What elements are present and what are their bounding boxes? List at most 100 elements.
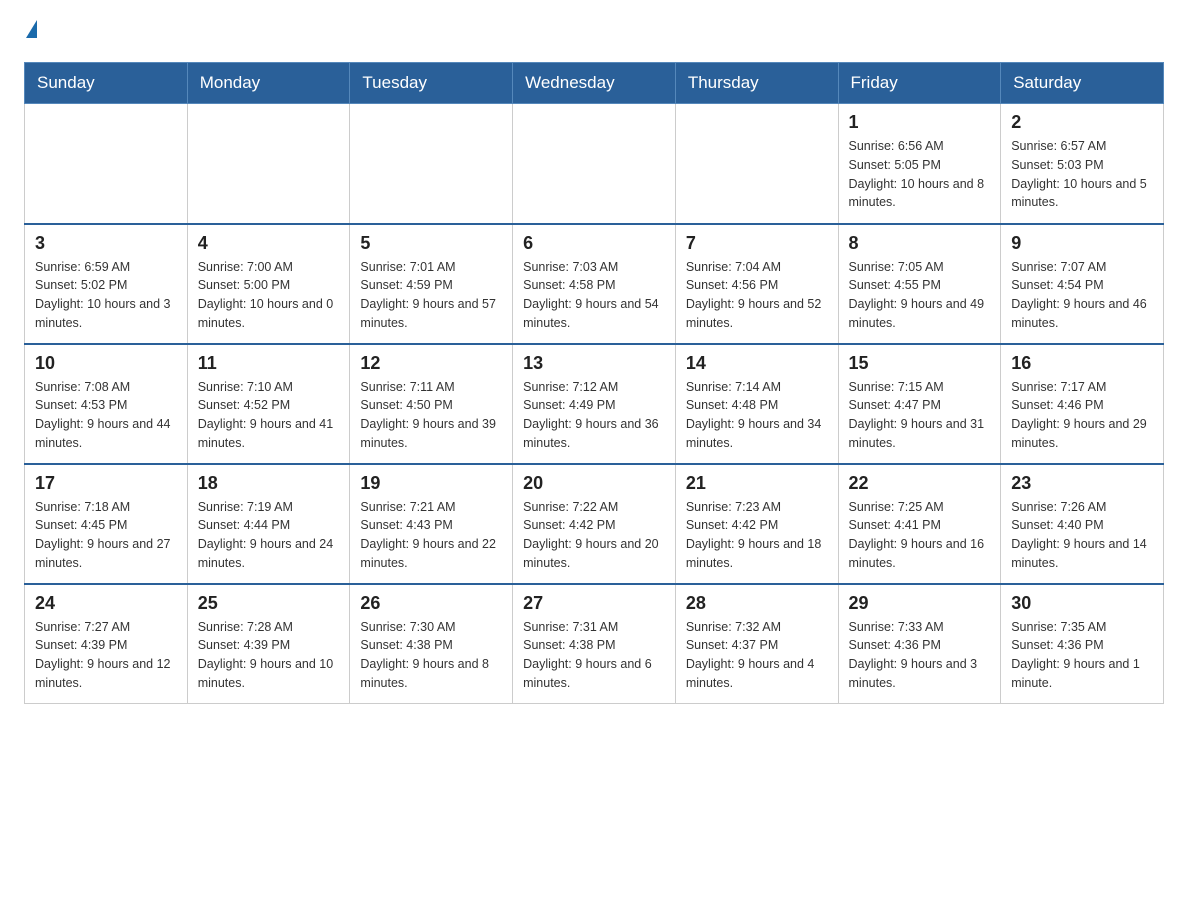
day-number: 9 — [1011, 233, 1153, 254]
calendar-cell: 24 Sunrise: 7:27 AMSunset: 4:39 PMDayligh… — [25, 584, 188, 704]
day-number: 17 — [35, 473, 177, 494]
calendar-cell — [513, 104, 676, 224]
calendar-cell — [25, 104, 188, 224]
day-number: 28 — [686, 593, 828, 614]
calendar-cell: 26 Sunrise: 7:30 AMSunset: 4:38 PMDayligh… — [350, 584, 513, 704]
calendar-cell: 5Sunrise: 7:01 AMSunset: 4:59 PMDaylight… — [350, 224, 513, 344]
day-info: Sunrise: 7:14 AMSunset: 4:48 PMDaylight:… — [686, 378, 828, 453]
day-info: Sunrise: 6:57 AMSunset: 5:03 PMDaylight:… — [1011, 137, 1153, 212]
calendar-cell — [350, 104, 513, 224]
calendar-cell — [187, 104, 350, 224]
calendar-cell: 30Sunrise: 7:35 AMSunset: 4:36 PMDayligh… — [1001, 584, 1164, 704]
calendar-cell: 4 Sunrise: 7:00 AMSunset: 5:00 PMDaylight… — [187, 224, 350, 344]
day-number: 20 — [523, 473, 665, 494]
calendar-cell: 14Sunrise: 7:14 AMSunset: 4:48 PMDayligh… — [675, 344, 838, 464]
day-info: Sunrise: 7:32 AMSunset: 4:37 PMDaylight:… — [686, 618, 828, 693]
day-of-week-header: Wednesday — [513, 63, 676, 104]
day-info: Sunrise: 7:26 AMSunset: 4:40 PMDaylight:… — [1011, 498, 1153, 573]
calendar-cell: 29 Sunrise: 7:33 AMSunset: 4:36 PMDayligh… — [838, 584, 1001, 704]
calendar-cell: 18Sunrise: 7:19 AMSunset: 4:44 PMDayligh… — [187, 464, 350, 584]
day-number: 25 — [198, 593, 340, 614]
day-info: Sunrise: 7:04 AMSunset: 4:56 PMDaylight:… — [686, 258, 828, 333]
day-of-week-header: Tuesday — [350, 63, 513, 104]
page-header — [24, 24, 1164, 42]
day-info: Sunrise: 7:03 AMSunset: 4:58 PMDaylight:… — [523, 258, 665, 333]
day-number: 21 — [686, 473, 828, 494]
day-number: 8 — [849, 233, 991, 254]
logo-triangle-icon — [26, 20, 37, 38]
calendar-week-row: 10Sunrise: 7:08 AMSunset: 4:53 PMDayligh… — [25, 344, 1164, 464]
calendar-cell: 3 Sunrise: 6:59 AMSunset: 5:02 PMDaylight… — [25, 224, 188, 344]
calendar-cell: 19 Sunrise: 7:21 AMSunset: 4:43 PMDayligh… — [350, 464, 513, 584]
day-number: 11 — [198, 353, 340, 374]
calendar-week-row: 1 Sunrise: 6:56 AMSunset: 5:05 PMDaylight… — [25, 104, 1164, 224]
day-number: 19 — [360, 473, 502, 494]
day-info: Sunrise: 7:18 AMSunset: 4:45 PMDaylight:… — [35, 498, 177, 573]
day-number: 6 — [523, 233, 665, 254]
day-number: 30 — [1011, 593, 1153, 614]
calendar-cell: 1 Sunrise: 6:56 AMSunset: 5:05 PMDaylight… — [838, 104, 1001, 224]
day-info: Sunrise: 7:12 AMSunset: 4:49 PMDaylight:… — [523, 378, 665, 453]
day-info: Sunrise: 7:25 AMSunset: 4:41 PMDaylight:… — [849, 498, 991, 573]
calendar-cell: 11 Sunrise: 7:10 AMSunset: 4:52 PMDayligh… — [187, 344, 350, 464]
day-info: Sunrise: 7:15 AMSunset: 4:47 PMDaylight:… — [849, 378, 991, 453]
day-info: Sunrise: 7:33 AMSunset: 4:36 PMDaylight:… — [849, 618, 991, 693]
calendar-cell: 17 Sunrise: 7:18 AMSunset: 4:45 PMDayligh… — [25, 464, 188, 584]
calendar-cell: 2 Sunrise: 6:57 AMSunset: 5:03 PMDaylight… — [1001, 104, 1164, 224]
calendar-header-row: SundayMondayTuesdayWednesdayThursdayFrid… — [25, 63, 1164, 104]
day-info: Sunrise: 7:27 AMSunset: 4:39 PMDaylight:… — [35, 618, 177, 693]
calendar-week-row: 3 Sunrise: 6:59 AMSunset: 5:02 PMDaylight… — [25, 224, 1164, 344]
calendar-cell: 22 Sunrise: 7:25 AMSunset: 4:41 PMDayligh… — [838, 464, 1001, 584]
calendar-cell: 12Sunrise: 7:11 AMSunset: 4:50 PMDayligh… — [350, 344, 513, 464]
day-number: 3 — [35, 233, 177, 254]
day-info: Sunrise: 7:31 AMSunset: 4:38 PMDaylight:… — [523, 618, 665, 693]
day-of-week-header: Saturday — [1001, 63, 1164, 104]
day-info: Sunrise: 7:00 AMSunset: 5:00 PMDaylight:… — [198, 258, 340, 333]
day-info: Sunrise: 7:07 AMSunset: 4:54 PMDaylight:… — [1011, 258, 1153, 333]
day-number: 2 — [1011, 112, 1153, 133]
calendar-week-row: 17 Sunrise: 7:18 AMSunset: 4:45 PMDayligh… — [25, 464, 1164, 584]
day-number: 26 — [360, 593, 502, 614]
day-number: 1 — [849, 112, 991, 133]
day-info: Sunrise: 7:17 AMSunset: 4:46 PMDaylight:… — [1011, 378, 1153, 453]
day-info: Sunrise: 6:56 AMSunset: 5:05 PMDaylight:… — [849, 137, 991, 212]
day-of-week-header: Thursday — [675, 63, 838, 104]
day-info: Sunrise: 7:21 AMSunset: 4:43 PMDaylight:… — [360, 498, 502, 573]
day-of-week-header: Monday — [187, 63, 350, 104]
calendar-cell: 23 Sunrise: 7:26 AMSunset: 4:40 PMDayligh… — [1001, 464, 1164, 584]
calendar-cell: 15 Sunrise: 7:15 AMSunset: 4:47 PMDayligh… — [838, 344, 1001, 464]
calendar-cell: 28 Sunrise: 7:32 AMSunset: 4:37 PMDayligh… — [675, 584, 838, 704]
day-info: Sunrise: 7:30 AMSunset: 4:38 PMDaylight:… — [360, 618, 502, 693]
day-of-week-header: Friday — [838, 63, 1001, 104]
day-info: Sunrise: 7:01 AMSunset: 4:59 PMDaylight:… — [360, 258, 502, 333]
calendar-cell: 16 Sunrise: 7:17 AMSunset: 4:46 PMDayligh… — [1001, 344, 1164, 464]
day-number: 22 — [849, 473, 991, 494]
day-number: 18 — [198, 473, 340, 494]
day-number: 29 — [849, 593, 991, 614]
day-info: Sunrise: 7:10 AMSunset: 4:52 PMDaylight:… — [198, 378, 340, 453]
day-number: 16 — [1011, 353, 1153, 374]
calendar-cell: 7Sunrise: 7:04 AMSunset: 4:56 PMDaylight… — [675, 224, 838, 344]
day-number: 12 — [360, 353, 502, 374]
day-of-week-header: Sunday — [25, 63, 188, 104]
calendar-cell — [675, 104, 838, 224]
day-info: Sunrise: 7:08 AMSunset: 4:53 PMDaylight:… — [35, 378, 177, 453]
calendar-cell: 10Sunrise: 7:08 AMSunset: 4:53 PMDayligh… — [25, 344, 188, 464]
day-number: 13 — [523, 353, 665, 374]
calendar-cell: 8 Sunrise: 7:05 AMSunset: 4:55 PMDaylight… — [838, 224, 1001, 344]
calendar-cell: 6 Sunrise: 7:03 AMSunset: 4:58 PMDaylight… — [513, 224, 676, 344]
day-info: Sunrise: 6:59 AMSunset: 5:02 PMDaylight:… — [35, 258, 177, 333]
day-info: Sunrise: 7:23 AMSunset: 4:42 PMDaylight:… — [686, 498, 828, 573]
day-number: 15 — [849, 353, 991, 374]
calendar-cell: 25 Sunrise: 7:28 AMSunset: 4:39 PMDayligh… — [187, 584, 350, 704]
day-number: 24 — [35, 593, 177, 614]
day-number: 4 — [198, 233, 340, 254]
day-info: Sunrise: 7:28 AMSunset: 4:39 PMDaylight:… — [198, 618, 340, 693]
day-number: 23 — [1011, 473, 1153, 494]
calendar-table: SundayMondayTuesdayWednesdayThursdayFrid… — [24, 62, 1164, 704]
day-info: Sunrise: 7:05 AMSunset: 4:55 PMDaylight:… — [849, 258, 991, 333]
calendar-cell: 21 Sunrise: 7:23 AMSunset: 4:42 PMDayligh… — [675, 464, 838, 584]
calendar-week-row: 24 Sunrise: 7:27 AMSunset: 4:39 PMDayligh… — [25, 584, 1164, 704]
day-info: Sunrise: 7:22 AMSunset: 4:42 PMDaylight:… — [523, 498, 665, 573]
calendar-cell: 20 Sunrise: 7:22 AMSunset: 4:42 PMDayligh… — [513, 464, 676, 584]
